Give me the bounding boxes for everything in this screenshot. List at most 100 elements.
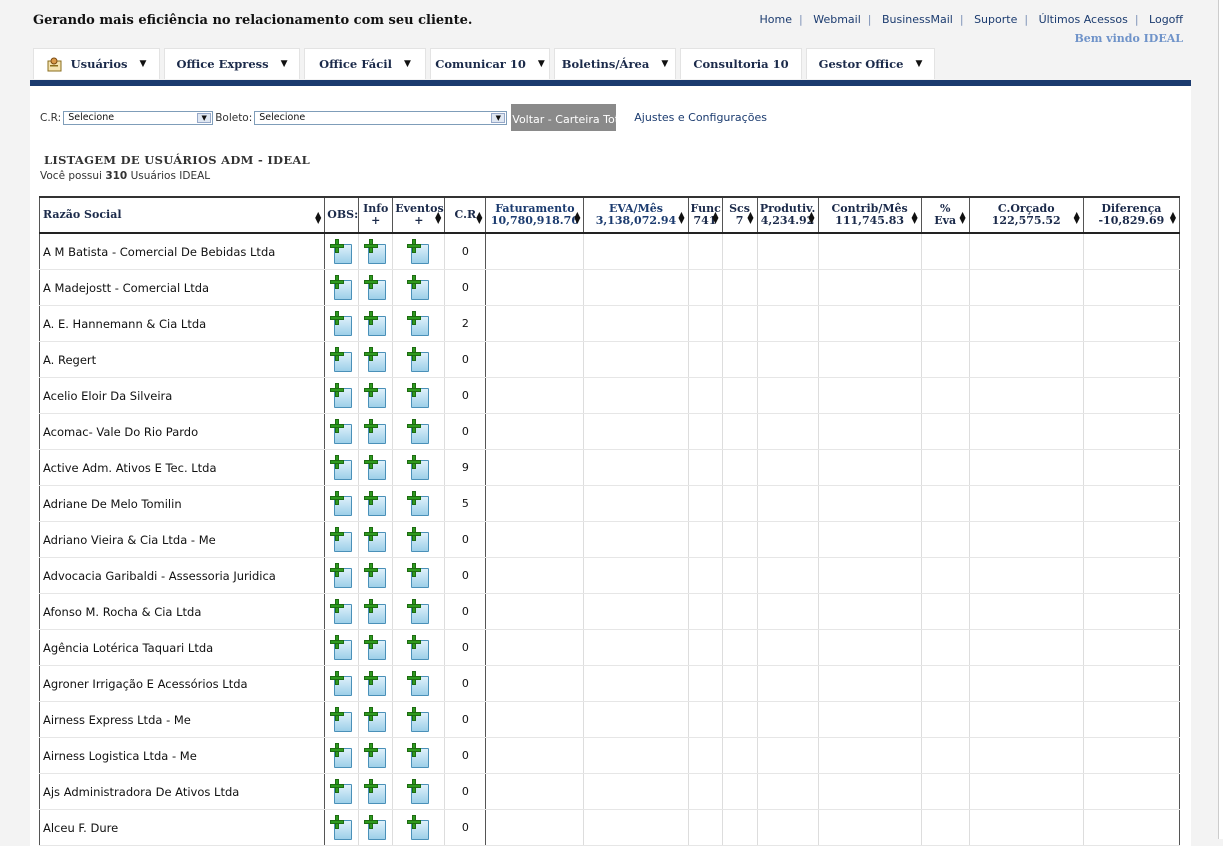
col-c-orcado[interactable]: C.Orçado 122,575.52 ▲ ▼ — [968, 196, 1084, 234]
razao-social-cell[interactable]: Alceu F. Dure — [38, 809, 326, 846]
col-eva-mes[interactable]: EVA/Mês 3,138,072.94 ▲ ▼ — [583, 196, 689, 234]
razao-social-cell[interactable]: Adriane De Melo Tomilin — [38, 485, 326, 522]
link-businessmail[interactable]: BusinessMail — [882, 13, 953, 26]
razao-social-cell[interactable]: Agência Lotérica Taquari Ltda — [38, 629, 326, 666]
add-info-icon[interactable] — [363, 310, 388, 337]
boleto-select[interactable]: Selecione ▼ — [254, 110, 508, 125]
menu-consultoria-10[interactable]: Consultoria 10 — [680, 48, 802, 79]
add-event-icon[interactable] — [406, 490, 431, 517]
link-home[interactable]: Home — [760, 13, 792, 26]
add-info-icon[interactable] — [363, 454, 388, 481]
add-info-icon[interactable] — [363, 778, 388, 805]
razao-social-cell[interactable]: Agroner Irrigação E Acessórios Ltda — [38, 665, 326, 702]
add-info-icon[interactable] — [363, 274, 388, 301]
add-event-icon[interactable] — [406, 346, 431, 373]
add-info-icon[interactable] — [363, 562, 388, 589]
add-event-icon[interactable] — [406, 274, 431, 301]
menu-comunicar-10[interactable]: Comunicar 10 ▼ — [430, 48, 550, 79]
add-event-icon[interactable] — [406, 382, 431, 409]
chevron-down-icon: ▼ — [537, 59, 545, 69]
menu-boletins-area[interactable]: Boletins/Área ▼ — [554, 48, 676, 79]
razao-social-cell[interactable]: Advocacia Garibaldi - Assessoria Juridic… — [38, 557, 326, 594]
menu-usuarios[interactable]: Usuários ▼ — [33, 48, 160, 79]
col-scs[interactable]: Scs 7 ▲ ▼ — [721, 196, 758, 234]
add-info-icon[interactable] — [363, 742, 388, 769]
add-event-icon[interactable] — [406, 598, 431, 625]
add-event-icon[interactable] — [406, 706, 431, 733]
add-obs-icon[interactable] — [329, 562, 354, 589]
add-event-icon[interactable] — [406, 778, 431, 805]
menu-office-express[interactable]: Office Express ▼ — [164, 48, 300, 79]
menu-gestor-office[interactable]: Gestor Office ▼ — [806, 48, 935, 79]
link-webmail[interactable]: Webmail — [813, 13, 861, 26]
add-obs-icon[interactable] — [329, 382, 354, 409]
add-event-icon[interactable] — [406, 742, 431, 769]
add-obs-icon[interactable] — [329, 814, 354, 841]
add-event-icon[interactable] — [406, 454, 431, 481]
razao-social-cell[interactable]: A Madejostt - Comercial Ltda — [38, 269, 326, 306]
menu-office-facil[interactable]: Office Fácil ▼ — [304, 48, 426, 79]
add-obs-icon[interactable] — [329, 490, 354, 517]
col-diferenca[interactable]: Diferença -10,829.69 ▲ ▼ — [1082, 196, 1181, 234]
add-event-icon[interactable] — [406, 238, 431, 265]
razao-social-cell[interactable]: A. E. Hannemann & Cia Ltda — [38, 305, 326, 342]
col-eventos[interactable]: Eventos + ▲ ▼ — [392, 196, 446, 234]
add-obs-icon[interactable] — [329, 346, 354, 373]
link-logoff[interactable]: Logoff — [1149, 13, 1183, 26]
razao-social-cell[interactable]: A M Batista - Comercial De Bebidas Ltda — [38, 233, 326, 270]
add-event-icon[interactable] — [406, 814, 431, 841]
add-event-icon[interactable] — [406, 562, 431, 589]
add-event-icon[interactable] — [406, 634, 431, 661]
razao-social-cell[interactable]: Airness Express Ltda - Me — [38, 701, 326, 738]
add-event-icon[interactable] — [406, 418, 431, 445]
add-info-icon[interactable] — [363, 634, 388, 661]
add-obs-icon[interactable] — [329, 310, 354, 337]
razao-social-cell[interactable]: Airness Logistica Ltda - Me — [38, 737, 326, 774]
add-obs-icon[interactable] — [329, 670, 354, 697]
razao-social-cell[interactable]: Ajs Administradora De Ativos Ltda — [38, 773, 326, 810]
add-obs-icon[interactable] — [329, 238, 354, 265]
add-info-icon[interactable] — [363, 238, 388, 265]
add-obs-icon[interactable] — [329, 454, 354, 481]
add-obs-icon[interactable] — [329, 418, 354, 445]
add-event-icon[interactable] — [406, 526, 431, 553]
cr-select[interactable]: Selecione ▼ — [63, 110, 214, 125]
col-func[interactable]: Func 741 ▲ ▼ — [687, 196, 723, 234]
add-info-icon[interactable] — [363, 526, 388, 553]
add-event-icon[interactable] — [406, 670, 431, 697]
link-suporte[interactable]: Suporte — [974, 13, 1017, 26]
ajustes-link[interactable]: Ajustes e Configurações — [634, 111, 767, 124]
add-info-icon[interactable] — [363, 346, 388, 373]
link-ultimos-acessos[interactable]: Últimos Acessos — [1039, 13, 1128, 26]
col-produtiv[interactable]: Produtiv. 4,234.92 ▲ ▼ — [756, 196, 819, 234]
add-obs-icon[interactable] — [329, 274, 354, 301]
add-info-icon[interactable] — [363, 382, 388, 409]
add-obs-icon[interactable] — [329, 598, 354, 625]
razao-social-cell[interactable]: A. Regert — [38, 341, 326, 378]
razao-social-cell[interactable]: Acomac- Vale Do Rio Pardo — [38, 413, 326, 450]
add-obs-icon[interactable] — [329, 778, 354, 805]
razao-social-cell[interactable]: Adriano Vieira & Cia Ltda - Me — [38, 521, 326, 558]
col-razao-social[interactable]: Razão Social ▲ ▼ — [38, 196, 326, 234]
add-obs-icon[interactable] — [329, 706, 354, 733]
add-event-icon[interactable] — [406, 310, 431, 337]
add-obs-icon[interactable] — [329, 526, 354, 553]
col-cr[interactable]: C.R ▲ ▼ — [444, 196, 487, 234]
add-info-icon[interactable] — [363, 418, 388, 445]
razao-social-cell[interactable]: Afonso M. Rocha & Cia Ltda — [38, 593, 326, 630]
add-info-icon[interactable] — [363, 670, 388, 697]
col-contrib-mes[interactable]: Contrib/Mês 111,745.83 ▲ ▼ — [817, 196, 922, 234]
add-obs-icon[interactable] — [329, 742, 354, 769]
add-info-icon[interactable] — [363, 598, 388, 625]
add-info-icon[interactable] — [363, 490, 388, 517]
scrollbar[interactable] — [1218, 0, 1223, 839]
col-faturamento[interactable]: Faturamento 10,780,918.76 ▲ ▼ — [485, 196, 585, 234]
add-info-icon[interactable] — [363, 814, 388, 841]
add-obs-icon[interactable] — [329, 634, 354, 661]
voltar-carteira-button[interactable]: Voltar - Carteira Total — [511, 104, 617, 131]
orcado-cell — [969, 557, 1084, 594]
razao-social-cell[interactable]: Active Adm. Ativos E Tec. Ltda — [38, 449, 326, 486]
razao-social-cell[interactable]: Acelio Eloir Da Silveira — [38, 377, 326, 414]
add-info-icon[interactable] — [363, 706, 388, 733]
col-perc-eva[interactable]: % Eva ▲ ▼ — [920, 196, 970, 234]
